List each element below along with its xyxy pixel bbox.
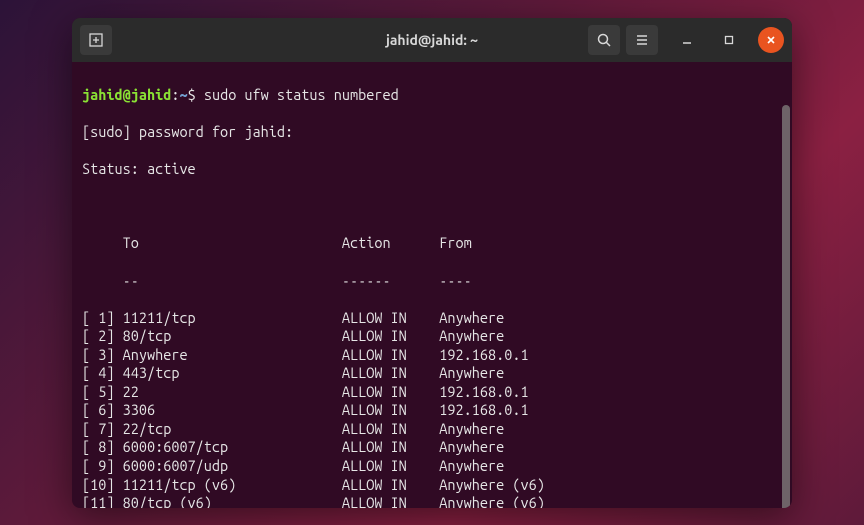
menu-button[interactable] (626, 25, 658, 55)
command-text: sudo ufw status numbered (204, 86, 399, 103)
window-title: jahid@jahid: ~ (386, 32, 478, 48)
prompt-path: ~ (179, 86, 187, 103)
scrollbar[interactable] (782, 68, 790, 502)
rule-row: [11] 80/tcp (v6) ALLOW IN Anywhere (v6) (82, 494, 782, 507)
rule-row: [ 6] 3306 ALLOW IN 192.168.0.1 (82, 401, 782, 420)
new-tab-button[interactable] (80, 25, 112, 55)
prompt-user-host: jahid@jahid (82, 86, 171, 103)
rule-row: [ 9] 6000:6007/udp ALLOW IN Anywhere (82, 457, 782, 476)
new-tab-icon (88, 32, 104, 48)
rule-row: [ 1] 11211/tcp ALLOW IN Anywhere (82, 309, 782, 328)
maximize-icon (723, 34, 735, 46)
rule-row: [ 3] Anywhere ALLOW IN 192.168.0.1 (82, 346, 782, 365)
minimize-button[interactable] (674, 27, 700, 53)
minimize-icon (681, 34, 693, 46)
terminal-body[interactable]: jahid@jahid:~$ sudo ufw status numbered … (72, 62, 792, 508)
rule-row: [ 5] 22 ALLOW IN 192.168.0.1 (82, 383, 782, 402)
hamburger-icon (634, 32, 650, 48)
close-button[interactable] (758, 27, 784, 53)
titlebar: jahid@jahid: ~ (72, 18, 792, 62)
prompt-symbol: $ (188, 86, 196, 103)
search-icon (596, 32, 612, 48)
rule-row: [ 7] 22/tcp ALLOW IN Anywhere (82, 420, 782, 439)
terminal-window: jahid@jahid: ~ jahid@jahid:~$ sudo ufw s… (72, 18, 792, 508)
rule-row: [10] 11211/tcp (v6) ALLOW IN Anywhere (v… (82, 476, 782, 495)
status-line: Status: active (82, 160, 782, 179)
prompt-line: jahid@jahid:~$ sudo ufw status numbered (82, 86, 782, 105)
close-icon (765, 34, 777, 46)
header-row: To Action From (82, 234, 782, 253)
divider-row: -- ------ ---- (82, 272, 782, 291)
rules-list: [ 1] 11211/tcp ALLOW IN Anywhere[ 2] 80/… (82, 309, 782, 508)
rule-row: [ 4] 443/tcp ALLOW IN Anywhere (82, 364, 782, 383)
scrollbar-thumb[interactable] (782, 105, 790, 508)
rule-row: [ 8] 6000:6007/tcp ALLOW IN Anywhere (82, 438, 782, 457)
blank-line (82, 197, 782, 216)
search-button[interactable] (588, 25, 620, 55)
sudo-password-line: [sudo] password for jahid: (82, 123, 782, 142)
rule-row: [ 2] 80/tcp ALLOW IN Anywhere (82, 327, 782, 346)
maximize-button[interactable] (716, 27, 742, 53)
